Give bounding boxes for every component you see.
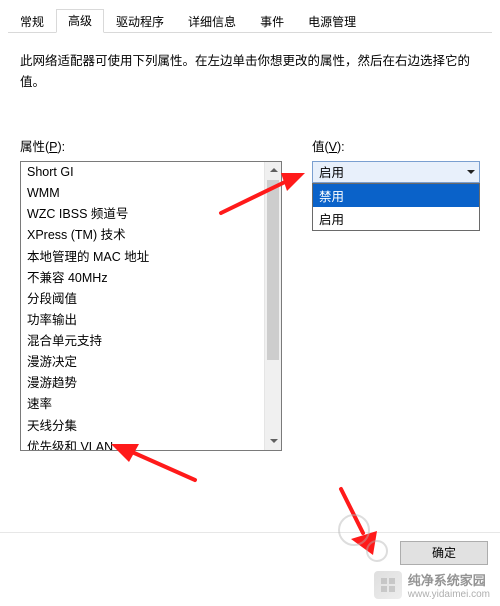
list-item[interactable]: WMM [21,183,264,204]
chevron-up-icon [270,168,278,172]
tab-bar: 常规 高级 驱动程序 详细信息 事件 电源管理 [0,0,500,33]
tab-details[interactable]: 详细信息 [176,10,248,33]
list-item[interactable]: 天线分集 [21,415,264,436]
description-text: 此网络适配器可使用下列属性。在左边单击你想更改的属性，然后在右边选择它的值。 [20,51,480,94]
tab-general[interactable]: 常规 [8,10,56,33]
property-label: 属性(P): [20,136,282,155]
watermark-url: www.yidaimei.com [408,589,490,600]
value-combobox-button[interactable] [462,162,479,182]
scrollbar-thumb[interactable] [267,180,279,360]
combobox-option[interactable]: 禁用 [313,184,479,207]
list-item[interactable]: 不兼容 40MHz [21,267,264,288]
value-combobox-text: 启用 [313,162,462,181]
list-item[interactable]: 本地管理的 MAC 地址 [21,246,264,267]
scrollbar-down-button[interactable] [265,433,282,450]
value-label: 值(V): [312,136,480,155]
list-item[interactable]: 功率输出 [21,309,264,330]
list-item[interactable]: 优先级和 VLAN [21,436,264,449]
list-item[interactable]: 混合单元支持 [21,331,264,352]
list-item[interactable]: 漫游趋势 [21,373,264,394]
tab-driver[interactable]: 驱动程序 [104,10,176,33]
list-item[interactable]: 速率 [21,394,264,415]
list-item[interactable]: 漫游决定 [21,352,264,373]
watermark-title: 纯净系统家园 [408,573,486,588]
watermark: 纯净系统家园 www.yidaimei.com [374,570,490,600]
chevron-down-icon [467,170,475,174]
list-item[interactable]: WZC IBSS 频道号 [21,204,264,225]
listbox-scrollbar[interactable] [264,162,281,450]
watermark-decoration [338,514,370,546]
tab-advanced[interactable]: 高级 [56,9,104,33]
scrollbar-up-button[interactable] [265,162,282,179]
tab-power[interactable]: 电源管理 [296,10,368,33]
tab-panel-advanced: 此网络适配器可使用下列属性。在左边单击你想更改的属性，然后在右边选择它的值。 属… [0,33,500,461]
list-item[interactable]: 分段阈值 [21,288,264,309]
watermark-decoration [366,540,388,562]
list-item[interactable]: XPress (TM) 技术 [21,225,264,246]
ok-button[interactable]: 确定 [400,541,488,565]
watermark-logo-icon [374,571,402,599]
dialog-buttons: 确定 [0,532,500,572]
value-combobox-dropdown: 禁用 启用 [312,183,480,231]
chevron-down-icon [270,439,278,443]
tab-events[interactable]: 事件 [248,10,296,33]
list-item[interactable]: Short GI [21,162,264,183]
combobox-option[interactable]: 启用 [313,207,479,230]
property-listbox[interactable]: Short GI WMM WZC IBSS 频道号 XPress (TM) 技术… [20,161,282,451]
value-combobox[interactable]: 启用 禁用 启用 [312,161,480,183]
